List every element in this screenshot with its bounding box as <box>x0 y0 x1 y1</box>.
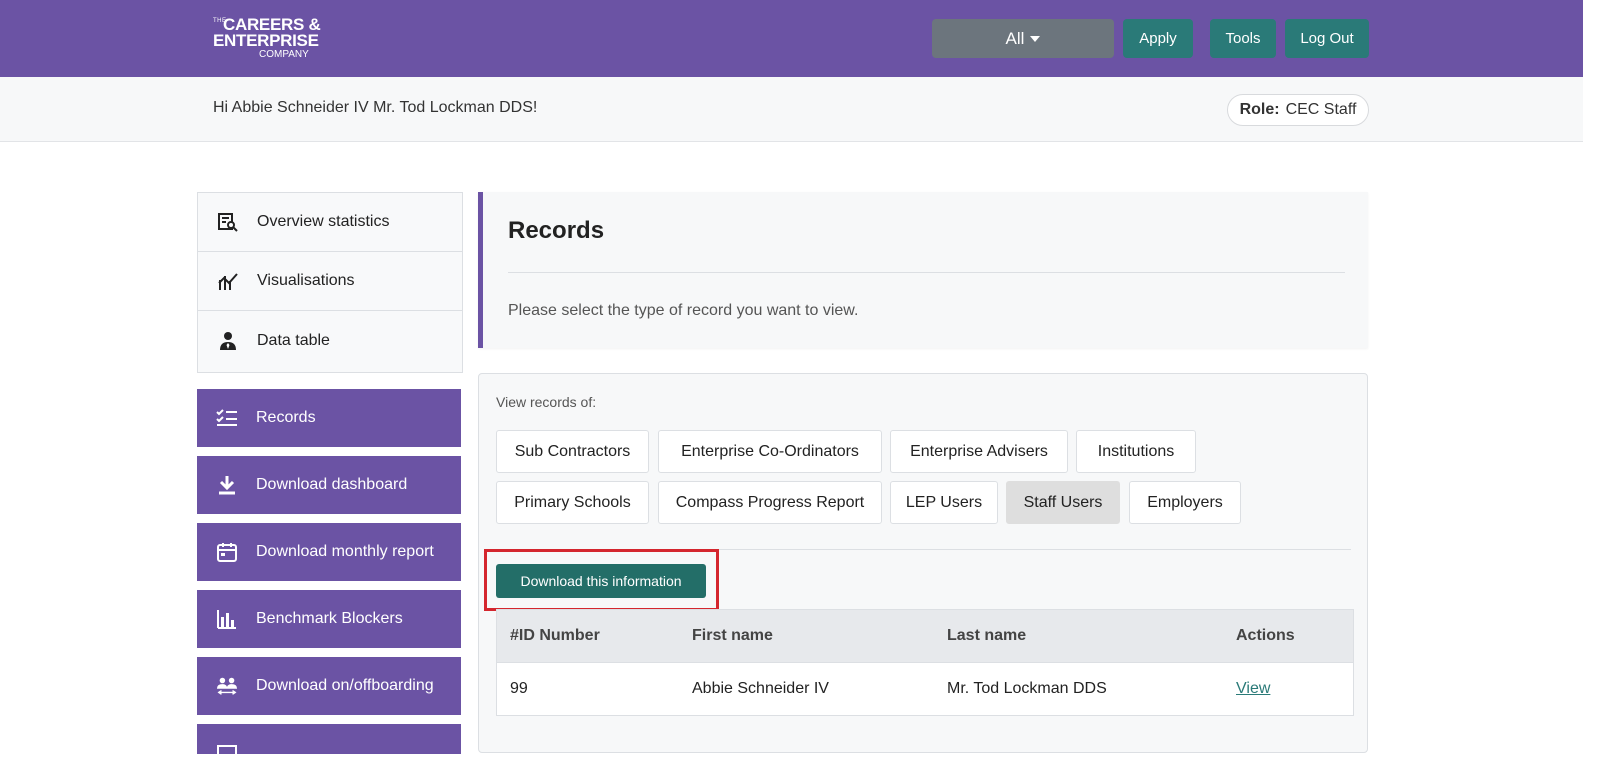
header-actions: Actions <box>1236 627 1295 644</box>
download-dashboard-label: Download dashboard <box>256 476 408 493</box>
benchmark-blockers-button[interactable]: Benchmark Blockers <box>197 590 461 648</box>
chart-line-icon <box>217 270 239 292</box>
role-badge: Role: CEC Staff <box>1227 94 1369 126</box>
cell-id: 99 <box>510 680 528 697</box>
tools-button[interactable]: Tools <box>1210 19 1276 58</box>
role-label: Role: <box>1239 101 1280 118</box>
header-id: #ID Number <box>510 627 600 644</box>
download-monthly-report-button[interactable]: Download monthly report <box>197 523 461 581</box>
records-button-label: Records <box>256 409 316 426</box>
sidebar-more-button[interactable] <box>197 724 461 754</box>
records-description: Please select the type of record you wan… <box>508 302 859 319</box>
top-navbar: THE CAREERS & ENTERPRISE COMPANY All App… <box>0 0 1583 77</box>
company-logo[interactable]: THE CAREERS & ENTERPRISE COMPANY <box>213 16 323 62</box>
download-icon <box>216 474 238 496</box>
sidebar-item-visualisations[interactable]: Visualisations <box>198 252 462 311</box>
sidebar-item-label: Overview statistics <box>257 213 390 230</box>
logo-line-2: ENTERPRISE <box>213 31 319 50</box>
download-onoffboarding-button[interactable]: Download on/offboarding <box>197 657 461 715</box>
checklist-icon <box>216 407 238 429</box>
bar-chart-icon <box>216 608 238 630</box>
filter-dropdown-value: All <box>1005 28 1025 48</box>
title-divider <box>508 272 1345 273</box>
chip-employers[interactable]: Employers <box>1129 481 1241 524</box>
user-tie-icon <box>217 330 239 352</box>
chip-sub-contractors[interactable]: Sub Contractors <box>496 430 649 473</box>
cell-first-name: Abbie Schneider IV <box>692 680 829 697</box>
records-header-card: Records Please select the type of record… <box>478 192 1368 348</box>
cell-last-name: Mr. Tod Lockman DDS <box>947 680 1107 697</box>
view-records-label: View records of: <box>496 394 597 410</box>
chip-enterprise-coordinators[interactable]: Enterprise Co-Ordinators <box>658 430 882 473</box>
download-dashboard-button[interactable]: Download dashboard <box>197 456 461 514</box>
header-last-name: Last name <box>947 627 1027 644</box>
users-swap-icon <box>216 675 238 697</box>
chip-enterprise-advisers[interactable]: Enterprise Advisers <box>890 430 1068 473</box>
table-row: 99 Abbie Schneider IV Mr. Tod Lockman DD… <box>497 662 1353 715</box>
apply-button[interactable]: Apply <box>1123 19 1193 58</box>
logout-button[interactable]: Log Out <box>1285 19 1369 58</box>
sidebar-item-overview-statistics[interactable]: Overview statistics <box>198 193 462 252</box>
caret-down-icon <box>1030 35 1041 42</box>
filter-dropdown[interactable]: All <box>932 19 1114 58</box>
welcome-bar: Hi Abbie Schneider IV Mr. Tod Lockman DD… <box>0 77 1583 142</box>
chip-institutions[interactable]: Institutions <box>1076 430 1196 473</box>
download-monthly-report-label: Download monthly report <box>256 543 434 560</box>
sidebar-item-label: Data table <box>257 331 330 349</box>
logo-line-3: COMPANY <box>259 49 309 60</box>
sidebar-item-label: Visualisations <box>257 272 355 289</box>
download-information-button[interactable]: Download this information <box>496 564 706 598</box>
download-onoffboarding-label: Download on/offboarding <box>256 677 434 694</box>
sidebar-item-data-table[interactable]: Data table <box>198 311 462 370</box>
view-link[interactable]: View <box>1236 680 1270 698</box>
report-search-icon <box>217 211 239 233</box>
records-panel: View records of: Sub Contractors Enterpr… <box>478 373 1368 753</box>
greeting-text: Hi Abbie Schneider IV Mr. Tod Lockman DD… <box>213 99 538 116</box>
role-value: CEC Staff <box>1285 101 1357 118</box>
chip-staff-users[interactable]: Staff Users <box>1006 481 1120 524</box>
calendar-icon <box>216 541 238 563</box>
records-button[interactable]: Records <box>197 389 461 447</box>
benchmark-blockers-label: Benchmark Blockers <box>256 610 403 627</box>
records-table: #ID Number First name Last name Actions … <box>496 609 1354 716</box>
header-first-name: First name <box>692 627 773 644</box>
chip-compass-progress-report[interactable]: Compass Progress Report <box>658 481 882 524</box>
sidebar-nav: Overview statistics Visualisations Data … <box>197 192 463 373</box>
page-title: Records <box>508 217 605 244</box>
chip-primary-schools[interactable]: Primary Schools <box>496 481 649 524</box>
document-icon <box>216 738 238 760</box>
chip-lep-users[interactable]: LEP Users <box>890 481 998 524</box>
table-header-row: #ID Number First name Last name Actions <box>497 610 1353 662</box>
